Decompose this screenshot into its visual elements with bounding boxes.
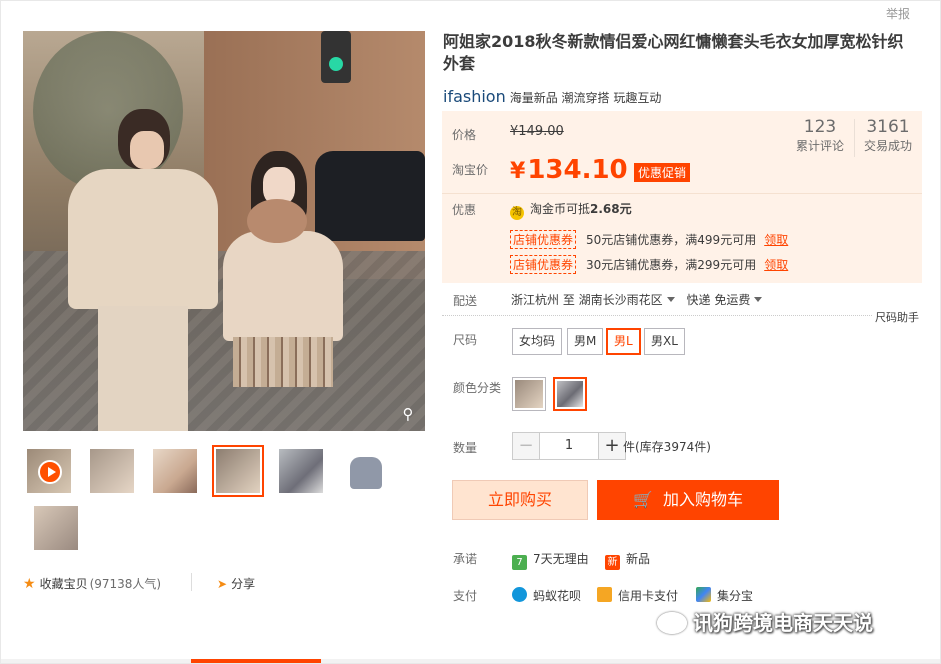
share-icon: ➤: [217, 577, 228, 591]
size-helper-link[interactable]: 尺码助手: [875, 309, 919, 325]
popularity-count: (97138人气): [89, 577, 162, 591]
chevron-down-icon: [754, 297, 763, 302]
thumbnail-image[interactable]: [86, 445, 138, 497]
promise-new[interactable]: 新新品: [605, 550, 650, 570]
original-price: ¥149.00: [510, 124, 564, 139]
thumbnail-image[interactable]: [275, 445, 327, 497]
thumbnail-image[interactable]: [149, 445, 201, 497]
thumbnail-image[interactable]: [338, 445, 390, 497]
cart-icon: 🛒: [633, 490, 653, 509]
coupon-tag: 店铺优惠券: [510, 230, 577, 249]
huabei-icon: [512, 587, 527, 602]
quantity-label: 数量: [453, 441, 478, 455]
delivery-info: 浙江杭州 至 湖南长沙雨花区 快递 免运费: [511, 291, 770, 308]
brand-line: ifashion 海量新品 潮流穿搭 玩趣互动: [443, 87, 661, 106]
decrease-button[interactable]: −: [512, 432, 540, 460]
price-label: 价格: [452, 128, 477, 142]
male-model: [68, 101, 218, 431]
social-divider: [191, 573, 192, 591]
new-product-icon: 新: [605, 555, 620, 570]
color-swatch[interactable]: [512, 377, 546, 411]
price-box-divider: [442, 193, 922, 194]
payment-jifenbao[interactable]: 集分宝: [696, 587, 753, 604]
taobao-price-label: 淘宝价: [452, 163, 489, 177]
increase-button[interactable]: +: [598, 432, 626, 460]
delivery-label: 配送: [453, 294, 478, 308]
shipping-method-select[interactable]: 快递 免运费: [687, 293, 771, 307]
play-icon: [38, 460, 62, 484]
thumbnail-image[interactable]: [30, 502, 82, 554]
traffic-light: [321, 31, 351, 83]
section-divider: [442, 315, 872, 316]
size-option[interactable]: 男M: [567, 328, 604, 355]
wechat-icon: [657, 612, 687, 634]
claim-coupon-link[interactable]: 领取: [764, 258, 788, 272]
size-label: 尺码: [453, 333, 478, 347]
payment-label: 支付: [453, 589, 478, 603]
coupon-row: 店铺优惠券 50元店铺优惠券，满499元可用 领取: [510, 230, 788, 249]
size-option-selected[interactable]: 男L: [606, 328, 641, 355]
payment-huabei[interactable]: 蚂蚁花呗: [512, 587, 581, 604]
ifashion-logo[interactable]: ifashion: [443, 87, 506, 106]
credit-card-icon: [597, 587, 612, 602]
stock-info: 件(库存3974件): [623, 440, 711, 454]
sales-count: 3161 交易成功: [863, 117, 912, 153]
watermark: 讯狗跨境电商天天说: [657, 607, 873, 636]
brand-tags: 海量新品 潮流穿搭 玩趣互动: [509, 91, 662, 105]
promise-7day[interactable]: 7 7天无理由: [512, 550, 589, 570]
favorite-button[interactable]: ★ 收藏宝贝 (97138人气): [23, 575, 161, 592]
share-button[interactable]: ➤ 分享: [217, 575, 255, 592]
promise-label: 承诺: [453, 552, 478, 566]
jifenbao-icon: [696, 587, 711, 602]
coin-discount: 淘淘金币可抵2.68元: [510, 202, 632, 220]
price-box: 价格 ¥149.00 淘宝价 ¥134.10 优惠促销 123 累计评论 3161…: [442, 111, 922, 283]
chevron-down-icon: [666, 297, 675, 302]
color-swatch-selected[interactable]: [553, 377, 587, 411]
destination-select[interactable]: 湖南长沙雨花区: [579, 293, 683, 307]
quantity-input[interactable]: 1: [540, 432, 598, 460]
discount-label: 优惠: [452, 203, 477, 217]
current-price: ¥134.10: [510, 155, 628, 185]
size-option[interactable]: 女均码: [512, 328, 563, 355]
zoom-icon[interactable]: ⚲: [399, 405, 417, 423]
payment-credit-card[interactable]: 信用卡支付: [597, 587, 678, 604]
product-page: 举报 ⚲ ★ 收藏宝贝 (97138人气) ➤ 分享 阿姐家2018秋冬新款情侣…: [0, 0, 941, 664]
color-label: 颜色分类: [453, 381, 502, 395]
coin-icon: 淘: [510, 206, 524, 220]
promo-badge: 优惠促销: [634, 163, 691, 182]
product-title: 阿姐家2018秋冬新款情侣爱心网红慵懒套头毛衣女加厚宽松针织外套: [443, 32, 904, 73]
seven-day-icon: 7: [512, 555, 527, 570]
coupon-row: 店铺优惠券 30元店铺优惠券，满299元可用 领取: [510, 255, 788, 274]
bottom-tab-bar: [1, 659, 940, 663]
coupon-tag: 店铺优惠券: [510, 255, 577, 274]
star-icon: ★: [23, 576, 36, 592]
add-to-cart-button[interactable]: 🛒 加入购物车: [597, 480, 779, 520]
size-option[interactable]: 男XL: [644, 328, 685, 355]
buy-now-button[interactable]: 立即购买: [452, 480, 588, 520]
female-model: [223, 151, 343, 431]
thumbnail-video[interactable]: [23, 445, 75, 497]
review-count[interactable]: 123 累计评论: [786, 117, 854, 154]
active-tab-indicator: [191, 659, 321, 663]
claim-coupon-link[interactable]: 领取: [764, 233, 788, 247]
thumbnail-image-active[interactable]: [212, 445, 264, 497]
main-product-image[interactable]: ⚲: [23, 31, 425, 431]
report-link[interactable]: 举报: [886, 5, 910, 22]
